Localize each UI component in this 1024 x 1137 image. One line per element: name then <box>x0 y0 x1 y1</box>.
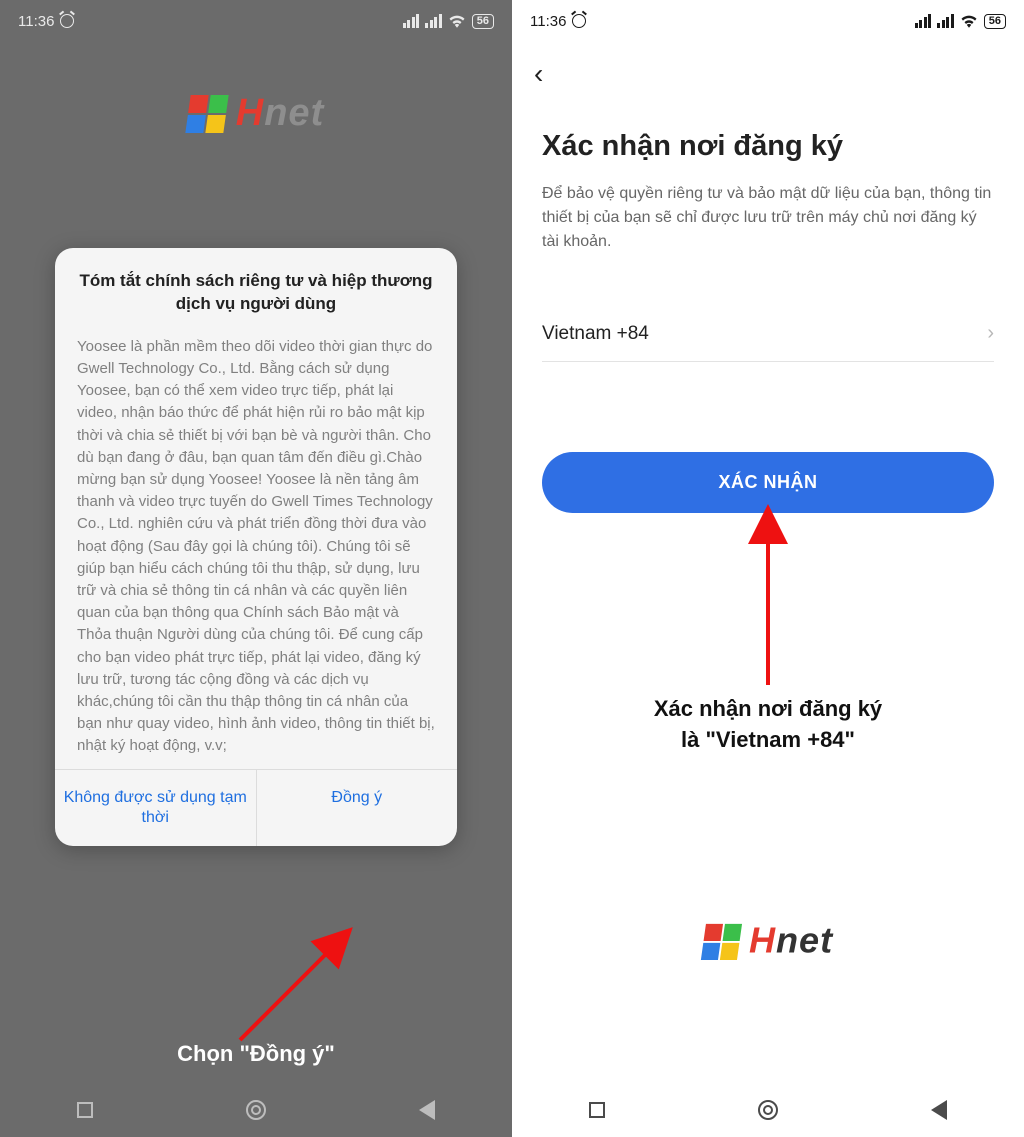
modal-body[interactable]: Yoosee là phần mềm theo dõi video thời g… <box>55 330 457 770</box>
annotation-arrow <box>220 920 370 1050</box>
battery-icon: 56 <box>472 14 494 29</box>
status-bar: 11:36 56 <box>0 0 512 42</box>
annotation-caption: Xác nhận nơi đăng ký là "Vietnam +84" <box>512 694 1024 756</box>
phone-screenshot-right: 11:36 56 ‹ Xác nhận nơi đăng ký Để bảo v… <box>512 0 1024 1137</box>
home-icon[interactable] <box>246 1100 266 1120</box>
decline-button[interactable]: Không được sử dụng tạm thời <box>55 770 256 846</box>
page-title: Xác nhận nơi đăng ký <box>542 130 994 163</box>
home-icon[interactable] <box>758 1100 778 1120</box>
signal-icon <box>425 14 442 28</box>
recents-icon[interactable] <box>77 1102 93 1118</box>
battery-icon: 56 <box>984 14 1006 29</box>
annotation-arrow <box>748 500 788 690</box>
confirm-button[interactable]: XÁC NHẬN <box>542 452 994 513</box>
status-time: 11:36 <box>18 13 54 30</box>
accept-button[interactable]: Đồng ý <box>256 770 458 846</box>
back-icon[interactable] <box>419 1100 435 1120</box>
signal-icon <box>403 14 420 28</box>
status-bar: 11:36 56 <box>512 0 1024 42</box>
hnet-tiles-icon <box>701 923 742 959</box>
alarm-icon <box>572 14 586 28</box>
android-nav-bar <box>0 1083 512 1137</box>
status-time: 11:36 <box>530 13 566 30</box>
hnet-logo: Hnet <box>0 92 512 135</box>
alarm-icon <box>60 14 74 28</box>
annotation-caption: Chọn "Đồng ý" <box>0 1041 512 1067</box>
signal-icon <box>937 14 954 28</box>
signal-icon <box>915 14 932 28</box>
page-description: Để bảo vệ quyền riêng tư và bảo mật dữ l… <box>542 182 994 254</box>
country-value: Vietnam +84 <box>542 323 649 345</box>
privacy-modal: Tóm tắt chính sách riêng tư và hiệp thươ… <box>55 248 457 846</box>
back-icon[interactable] <box>931 1100 947 1120</box>
chevron-right-icon: › <box>987 322 994 345</box>
country-selector[interactable]: Vietnam +84 › <box>542 322 994 362</box>
phone-screenshot-left: 11:36 56 Hnet Tóm tắt chính sách riê <box>0 0 512 1137</box>
hnet-tiles-icon <box>185 95 228 133</box>
wifi-icon <box>448 14 466 28</box>
recents-icon[interactable] <box>589 1102 605 1118</box>
android-nav-bar <box>512 1083 1024 1137</box>
back-chevron-icon[interactable]: ‹ <box>534 58 543 90</box>
hnet-logo: Hnet <box>512 920 1024 963</box>
modal-title: Tóm tắt chính sách riêng tư và hiệp thươ… <box>55 248 457 330</box>
wifi-icon <box>960 14 978 28</box>
